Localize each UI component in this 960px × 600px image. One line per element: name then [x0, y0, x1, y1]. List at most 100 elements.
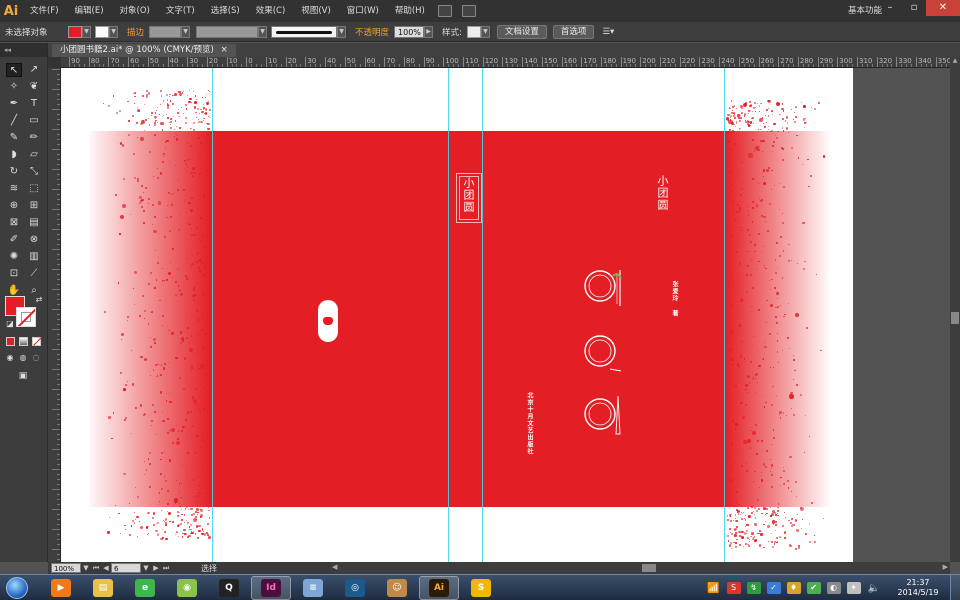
scroll-left-icon[interactable]: ◀ [332, 563, 337, 571]
variable-width-dropdown-icon[interactable]: ▼ [258, 25, 268, 38]
canvas-area[interactable]: 小团圆 小团圆 张爱玲 著 北京十月文艺出版社 [61, 68, 950, 562]
previous-artboard-icon[interactable]: ◀ [101, 563, 111, 573]
taskbar-sogou[interactable]: S [461, 576, 501, 600]
shape-builder-tool-icon[interactable]: ⊕ [6, 199, 22, 213]
artboard-tool-icon[interactable]: ⊡ [6, 267, 22, 281]
opacity-label[interactable]: 不透明度 [350, 26, 394, 38]
slice-tool-icon[interactable]: ⟋ [26, 267, 42, 281]
close-tab-icon[interactable]: × [221, 45, 228, 55]
draw-inside-icon[interactable]: ◌ [30, 351, 42, 365]
taskbar-media-center[interactable]: ◉ [167, 576, 207, 600]
paintbrush-tool-icon[interactable]: ✎ [6, 131, 22, 145]
selection-tool-icon[interactable]: ↖ [6, 63, 22, 77]
tray-app-icon[interactable]: ✓ [766, 582, 781, 594]
stroke-weight-field[interactable] [149, 25, 182, 38]
menu-help[interactable]: 帮助(H) [387, 0, 433, 22]
opacity-dropdown-icon[interactable]: ▶ [424, 25, 434, 38]
graphic-style-swatch[interactable] [466, 25, 481, 38]
document-setup-button[interactable]: 文档设置 [496, 24, 547, 39]
maximize-icon[interactable]: ▫ [902, 0, 926, 16]
taskbar-disc-burner[interactable]: ◎ [335, 576, 375, 600]
start-button[interactable] [0, 575, 34, 600]
menu-select[interactable]: 选择(S) [203, 0, 248, 22]
artboard-dropdown-icon[interactable]: ▼ [141, 563, 151, 573]
close-icon[interactable]: ✕ [926, 0, 960, 16]
next-artboard-icon[interactable]: ▶ [151, 563, 161, 573]
column-graph-tool-icon[interactable]: ▥ [26, 250, 42, 264]
document-tab[interactable]: 小团圆书籍2.ai* @ 100% (CMYK/预览) × [52, 44, 236, 57]
stroke-color-swatch[interactable] [95, 25, 109, 38]
none-mode-icon[interactable] [30, 335, 42, 349]
scroll-up-icon[interactable]: ▲ [950, 57, 960, 67]
first-artboard-icon[interactable]: ⏮ [91, 563, 101, 573]
menu-effect[interactable]: 效果(C) [248, 0, 294, 22]
horizontal-scroll-thumb[interactable] [642, 564, 656, 572]
gradient-tool-icon[interactable]: ▤ [26, 216, 42, 230]
style-dropdown-icon[interactable]: ▼ [480, 25, 490, 38]
menu-file[interactable]: 文件(F) [22, 0, 67, 22]
vertical-ruler[interactable] [48, 57, 61, 562]
current-tool-status[interactable]: 选择 [201, 563, 217, 574]
guide-line[interactable] [212, 68, 213, 562]
taskbar-users[interactable]: ☺ [377, 576, 417, 600]
guide-line[interactable] [724, 68, 725, 562]
tray-app-icon[interactable]: ♦ [786, 582, 801, 594]
zoom-level-input[interactable]: 100% [51, 563, 81, 573]
eyedropper-tool-icon[interactable]: ✐ [6, 233, 22, 247]
mesh-tool-icon[interactable]: ⊠ [6, 216, 22, 230]
opacity-input[interactable]: 100% [394, 25, 425, 38]
network-icon[interactable]: 📶 [707, 583, 719, 594]
stroke-dropdown-icon[interactable]: ▼ [109, 25, 118, 38]
artboard-number-input[interactable]: 6 [111, 563, 141, 573]
control-menu-icon[interactable]: ☰▾ [597, 27, 619, 37]
perspective-grid-tool-icon[interactable]: ⊞ [26, 199, 42, 213]
guide-line[interactable] [482, 68, 483, 562]
vertical-scroll-thumb[interactable] [951, 312, 959, 324]
magic-wand-tool-icon[interactable]: ✧ [6, 80, 22, 94]
rotate-tool-icon[interactable]: ↻ [6, 165, 22, 179]
guide-line[interactable] [448, 68, 449, 562]
tools-panel-header[interactable]: ◂◂ [0, 43, 47, 57]
fill-dropdown-icon[interactable]: ▼ [82, 25, 91, 38]
symbol-sprayer-tool-icon[interactable]: ✺ [6, 250, 22, 264]
direct-selection-tool-icon[interactable]: ↗ [26, 63, 42, 77]
scroll-right-icon[interactable]: ▶ [943, 563, 948, 571]
artboard[interactable]: 小团圆 小团圆 张爱玲 著 北京十月文艺出版社 [61, 68, 853, 562]
line-tool-icon[interactable]: ╱ [6, 114, 22, 128]
taskbar-illustrator[interactable]: Ai [419, 575, 459, 600]
workspace-switcher[interactable]: 基本功能 [848, 0, 882, 22]
taskbar-indesign[interactable]: Id [251, 575, 291, 600]
show-desktop-button[interactable] [950, 575, 960, 600]
horizontal-ruler[interactable]: 90 80 70 60 50 40 30 20 10 0 10 20 30 40 50 60 70 80 90 100… [61, 57, 950, 68]
brush-dropdown-icon[interactable]: ▼ [337, 25, 347, 38]
lasso-tool-icon[interactable]: ❦ [26, 80, 42, 94]
blend-tool-icon[interactable]: ⊗ [26, 233, 42, 247]
tray-app-icon[interactable]: ◐ [826, 582, 841, 594]
stroke-swatch[interactable] [16, 307, 36, 327]
ruler-origin[interactable] [48, 57, 61, 68]
taskbar-browser-360[interactable]: e [125, 576, 165, 600]
pen-tool-icon[interactable]: ✒ [6, 97, 22, 111]
type-tool-icon[interactable]: T [26, 97, 42, 111]
taskbar-notepad[interactable]: ≡ [293, 576, 333, 600]
scale-tool-icon[interactable]: ⤡ [26, 165, 42, 179]
system-clock[interactable]: 21:37 2014/5/19 [890, 578, 946, 598]
tray-app-icon[interactable]: ✔ [806, 582, 821, 594]
free-transform-tool-icon[interactable]: ⬚ [26, 182, 42, 196]
default-colors-icon[interactable]: ◪ [2, 317, 18, 331]
stroke-label[interactable]: 描边 [122, 26, 149, 38]
gradient-mode-icon[interactable] [17, 335, 29, 349]
volume-icon[interactable]: 🔈 [868, 583, 880, 594]
taskbar-file-explorer[interactable]: ▤ [83, 576, 123, 600]
menu-type[interactable]: 文字(T) [158, 0, 203, 22]
draw-behind-icon[interactable]: ◍ [17, 351, 29, 365]
fill-color-swatch[interactable] [68, 25, 82, 38]
arrange-documents-icon[interactable] [461, 5, 476, 17]
tray-app-icon[interactable]: ↯ [746, 582, 761, 594]
zoom-dropdown-icon[interactable]: ▼ [81, 563, 91, 573]
color-mode-icon[interactable] [4, 335, 16, 349]
preferences-button[interactable]: 首选项 [552, 24, 595, 39]
variable-width-field[interactable] [196, 25, 259, 38]
vertical-scrollbar[interactable]: ▲ [950, 57, 960, 562]
taskbar-qq[interactable]: Q [209, 576, 249, 600]
